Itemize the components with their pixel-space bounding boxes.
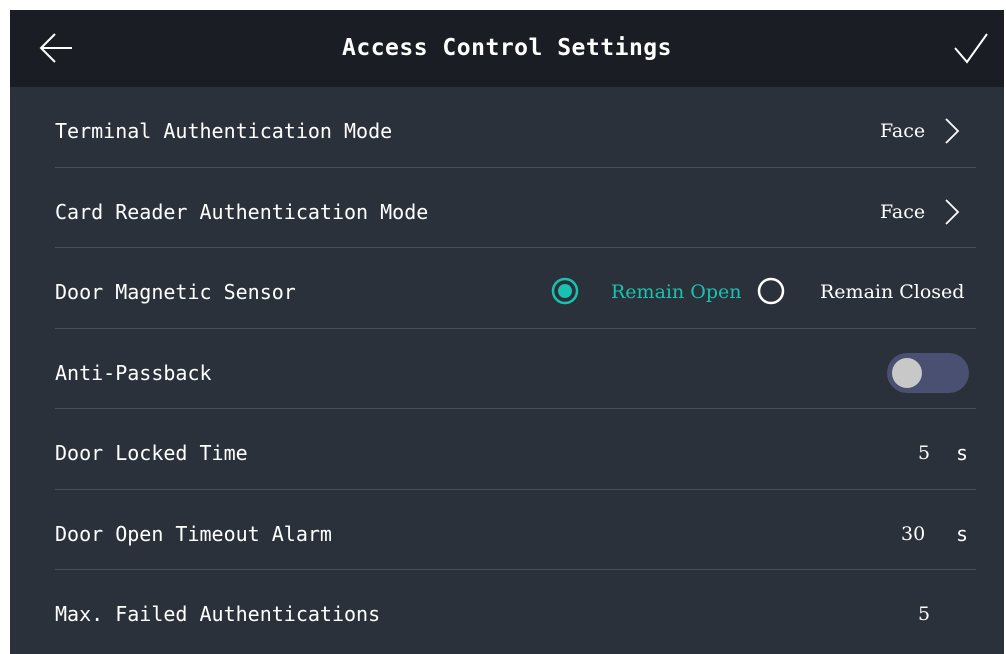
radio-remain-open[interactable] xyxy=(551,277,579,305)
back-button[interactable] xyxy=(30,10,100,87)
anti-passback-toggle[interactable] xyxy=(887,352,969,393)
door-locked-time-row[interactable]: Door Locked Time 5 s xyxy=(10,409,1004,490)
max-failed-auth-row[interactable]: Max. Failed Authentications 5 xyxy=(10,570,1004,651)
door-open-timeout-row[interactable]: Door Open Timeout Alarm 30 s xyxy=(10,490,1004,570)
card-reader-auth-mode-label: Card Reader Authentication Mode xyxy=(55,199,429,224)
checkmark-icon xyxy=(954,33,988,64)
card-reader-auth-mode-row[interactable]: Card Reader Authentication Mode Face xyxy=(10,168,1004,248)
door-magnetic-sensor-label: Door Magnetic Sensor xyxy=(55,280,296,304)
door-open-timeout-unit: s xyxy=(956,521,969,546)
radio-remain-closed-label[interactable]: Remain Closed xyxy=(820,248,964,328)
door-open-timeout-value[interactable]: 30 xyxy=(901,490,925,570)
anti-passback-row: Anti-Passback xyxy=(10,329,1004,409)
terminal-auth-mode-value: Face xyxy=(880,120,926,142)
confirm-button[interactable] xyxy=(934,10,1004,87)
settings-screen: Access Control Settings Terminal Authent… xyxy=(10,10,1004,654)
toggle-knob xyxy=(892,357,922,388)
arrow-left-icon xyxy=(39,33,72,63)
header-bar: Access Control Settings xyxy=(10,10,1004,87)
settings-list: Terminal Authentication Mode Face Card R… xyxy=(10,87,1004,651)
door-magnetic-sensor-row: Door Magnetic Sensor Remain Open Remain … xyxy=(10,248,1004,329)
door-locked-time-label: Door Locked Time xyxy=(55,441,248,465)
page-title: Access Control Settings xyxy=(342,35,672,61)
radio-remain-open-label[interactable]: Remain Open xyxy=(611,248,741,328)
chevron-right-icon xyxy=(945,118,960,144)
terminal-auth-mode-row[interactable]: Terminal Authentication Mode Face xyxy=(10,87,1004,168)
terminal-auth-mode-label: Terminal Authentication Mode xyxy=(55,119,393,143)
door-locked-time-value[interactable]: 5 xyxy=(918,409,930,489)
door-locked-time-unit: s xyxy=(956,441,969,465)
card-reader-auth-mode-value: Face xyxy=(880,200,926,223)
anti-passback-label: Anti-Passback xyxy=(55,360,212,385)
max-failed-auth-label: Max. Failed Authentications xyxy=(55,602,381,626)
door-open-timeout-label: Door Open Timeout Alarm xyxy=(55,521,332,546)
radio-remain-closed[interactable] xyxy=(757,277,785,305)
max-failed-auth-value[interactable]: 5 xyxy=(918,570,930,650)
chevron-right-icon xyxy=(945,198,960,225)
